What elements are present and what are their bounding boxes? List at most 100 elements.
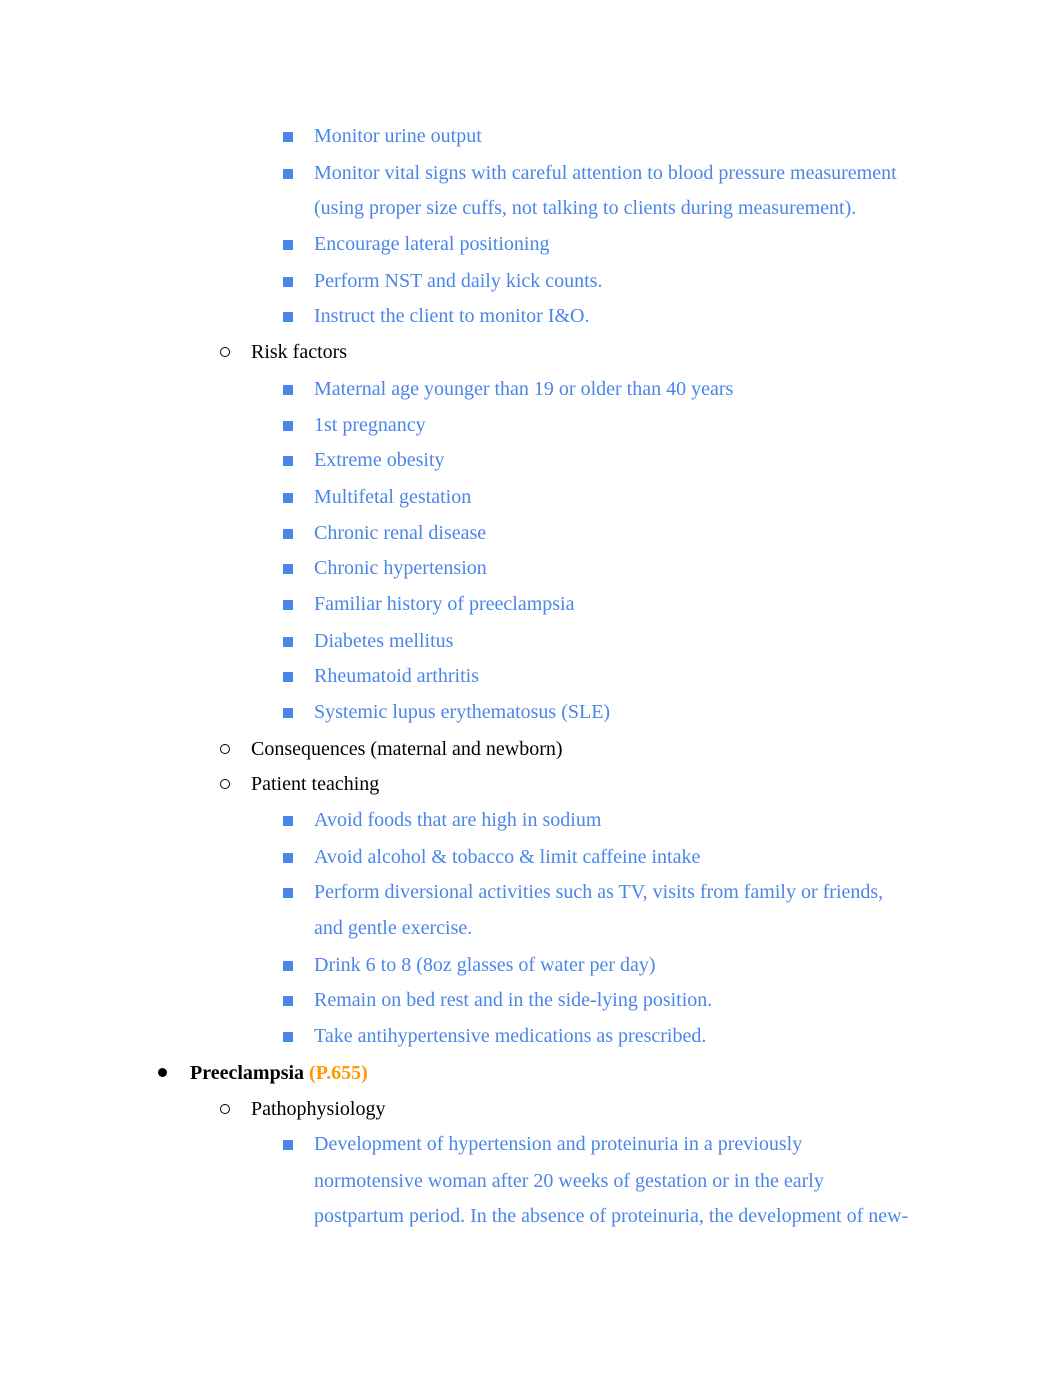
item-text: Patient teaching (251, 773, 380, 795)
square-bullet-icon (283, 961, 293, 971)
list-item: Avoid alcohol & tobacco & limit caffeine… (314, 845, 700, 869)
square-bullet-icon (283, 564, 293, 574)
list-item: Take antihypertensive medications as pre… (314, 1024, 706, 1048)
item-text: Perform NST and daily kick counts. (314, 270, 603, 292)
list-item: (using proper size cuffs, not talking to… (314, 196, 856, 220)
square-bullet-icon (283, 529, 293, 539)
item-text: Monitor urine output (314, 125, 482, 147)
circle-bullet-icon (220, 779, 230, 789)
bullet (283, 961, 293, 971)
circle-bullet-icon (220, 347, 230, 357)
page-reference: (P.655) (309, 1062, 368, 1084)
subsection-item: Risk factors (251, 340, 347, 364)
bullet (283, 816, 293, 826)
bullet (283, 564, 293, 574)
item-text: Chronic renal disease (314, 522, 487, 544)
square-bullet-icon (283, 816, 293, 826)
subsection-item: Pathophysiology (251, 1097, 385, 1121)
list-item: Remain on bed rest and in the side-lying… (314, 988, 712, 1012)
bullet (283, 132, 293, 142)
item-text: Encourage lateral positioning (314, 233, 550, 255)
item-text: normotensive woman after 20 weeks of ges… (314, 1170, 824, 1192)
list-item: 1st pregnancy (314, 413, 426, 437)
square-bullet-icon (283, 169, 293, 179)
list-item: Perform NST and daily kick counts. (314, 269, 602, 293)
circle-bullet-icon (220, 1104, 230, 1114)
square-bullet-icon (283, 708, 293, 718)
list-item: Avoid foods that are high in sodium (314, 808, 601, 832)
item-text: (using proper size cuffs, not talking to… (314, 197, 857, 219)
square-bullet-icon (283, 600, 293, 610)
circle-bullet-icon (220, 744, 230, 754)
list-item: Drink 6 to 8 (8oz glasses of water per d… (314, 953, 656, 977)
disc-bullet-icon (158, 1068, 167, 1077)
item-text: Avoid alcohol & tobacco & limit caffeine… (314, 846, 701, 868)
item-text: Extreme obesity (314, 449, 445, 471)
square-bullet-icon (283, 1140, 293, 1150)
list-item: Monitor urine output (314, 124, 482, 148)
bullet (220, 744, 230, 754)
bullet (283, 493, 293, 503)
subsection-item: Consequences (maternal and newborn) (251, 737, 563, 761)
bullet (220, 779, 230, 789)
square-bullet-icon (283, 385, 293, 395)
square-bullet-icon (283, 853, 293, 863)
square-bullet-icon (283, 1032, 293, 1042)
list-item: Maternal age younger than 19 or older th… (314, 377, 733, 401)
item-text: Pathophysiology (251, 1098, 386, 1120)
item-text: Perform diversional activities such as T… (314, 881, 884, 903)
bullet (283, 529, 293, 539)
item-text: Chronic hypertension (314, 557, 487, 579)
bullet (283, 637, 293, 647)
list-item: Systemic lupus erythematosus (SLE) (314, 700, 610, 724)
item-text: Rheumatoid arthritis (314, 665, 479, 687)
square-bullet-icon (283, 672, 293, 682)
bullet (283, 169, 293, 179)
bullet (283, 888, 293, 898)
bullet (220, 347, 230, 357)
bullet (283, 996, 293, 1006)
item-text: and gentle exercise. (314, 917, 473, 939)
list-item: Familiar history of preeclampsia (314, 592, 574, 616)
item-text: 1st pregnancy (314, 414, 426, 436)
item-text: Drink 6 to 8 (8oz glasses of water per d… (314, 954, 656, 976)
item-text: Development of hypertension and proteinu… (314, 1133, 803, 1155)
list-item: Rheumatoid arthritis (314, 664, 479, 688)
list-item: Chronic hypertension (314, 556, 487, 580)
item-text: postpartum period. In the absence of pro… (314, 1205, 909, 1227)
list-item: Diabetes mellitus (314, 629, 453, 653)
item-text: Multifetal gestation (314, 486, 472, 508)
bullet (283, 672, 293, 682)
square-bullet-icon (283, 277, 293, 287)
square-bullet-icon (283, 312, 293, 322)
item-text: Instruct the client to monitor I&O. (314, 305, 590, 327)
bullet (283, 1140, 293, 1150)
item-text: Take antihypertensive medications as pre… (314, 1025, 707, 1047)
list-item: Multifetal gestation (314, 485, 471, 509)
item-text: Preeclampsia (190, 1062, 305, 1084)
item-text: Remain on bed rest and in the side-lying… (314, 989, 713, 1011)
bullet (283, 853, 293, 863)
section-heading: Preeclampsia (P.655) (190, 1061, 368, 1085)
item-text: Familiar history of preeclampsia (314, 593, 575, 615)
list-item: Development of hypertension and proteinu… (314, 1132, 802, 1156)
square-bullet-icon (283, 996, 293, 1006)
list-item: normotensive woman after 20 weeks of ges… (314, 1169, 824, 1193)
square-bullet-icon (283, 637, 293, 647)
bullet (158, 1068, 167, 1077)
square-bullet-icon (283, 132, 293, 142)
square-bullet-icon (283, 888, 293, 898)
list-item: Instruct the client to monitor I&O. (314, 304, 590, 328)
bullet (283, 312, 293, 322)
item-text: Maternal age younger than 19 or older th… (314, 378, 734, 400)
item-text: Diabetes mellitus (314, 630, 454, 652)
bullet (283, 1032, 293, 1042)
item-text: Risk factors (251, 341, 348, 363)
square-bullet-icon (283, 240, 293, 250)
list-item: Extreme obesity (314, 448, 445, 472)
item-text: Systemic lupus erythematosus (SLE) (314, 701, 611, 723)
square-bullet-icon (283, 493, 293, 503)
bullet (283, 421, 293, 431)
subsection-item: Patient teaching (251, 772, 379, 796)
list-item: postpartum period. In the absence of pro… (314, 1204, 908, 1228)
